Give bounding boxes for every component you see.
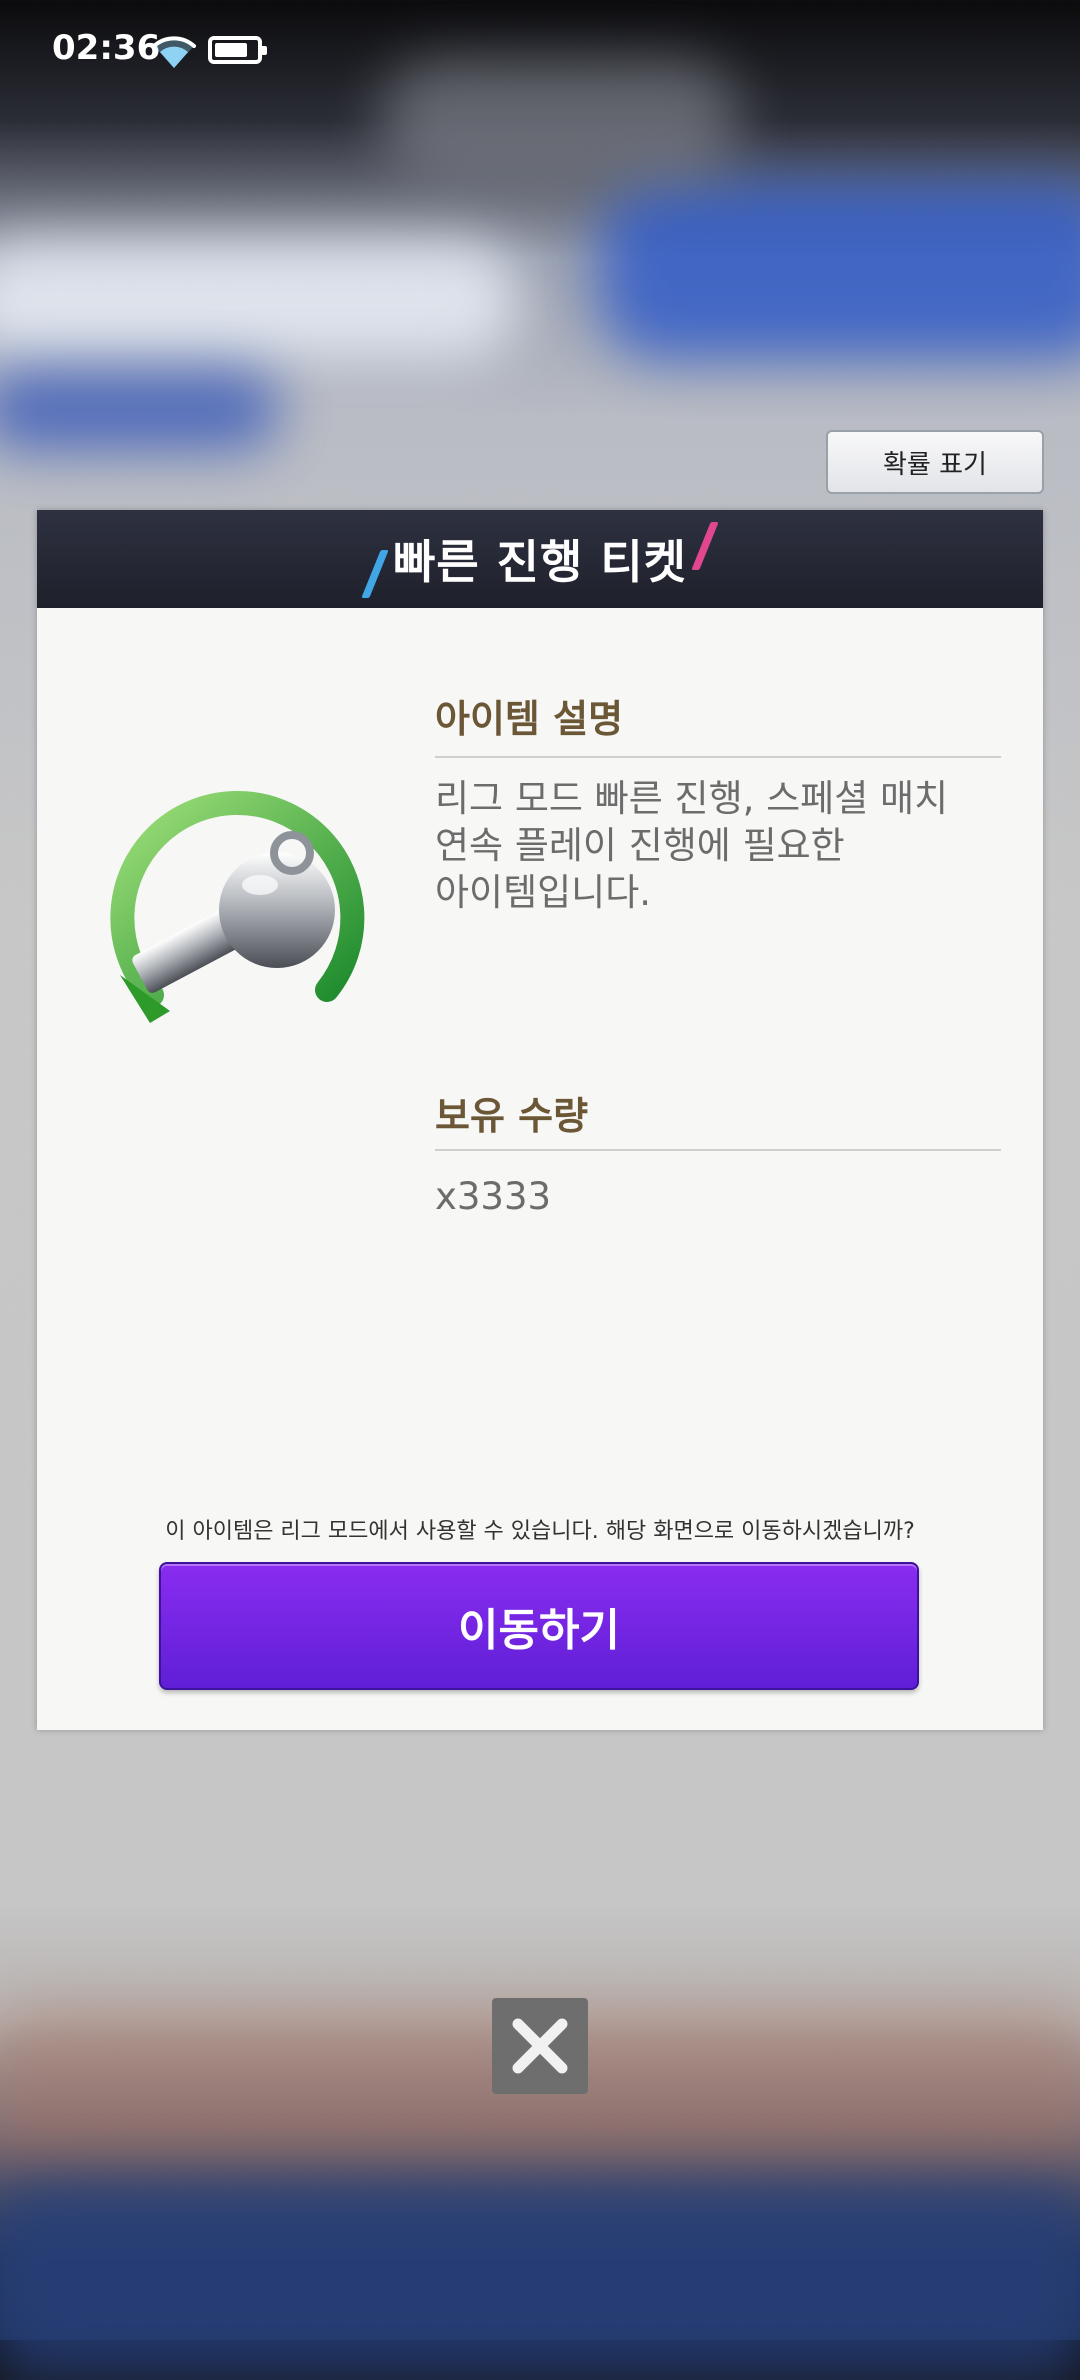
item-description: 리그 모드 빠른 진행, 스페셜 매치 연속 플레이 진행에 필요한 아이템입니… bbox=[435, 775, 1001, 916]
divider bbox=[435, 756, 1001, 758]
divider bbox=[435, 1149, 1001, 1151]
backdrop-blur bbox=[0, 240, 520, 360]
quantity-value: x3333 bbox=[435, 1175, 552, 1218]
close-icon bbox=[512, 2018, 568, 2074]
accent-slash-left bbox=[361, 550, 389, 598]
description-line: 리그 모드 빠른 진행, 스페셜 매치 bbox=[435, 777, 949, 820]
backdrop-blur bbox=[600, 180, 1080, 360]
battery-icon bbox=[208, 36, 267, 64]
probability-button[interactable]: 확률 표기 bbox=[826, 430, 1044, 494]
status-time: 02:36 bbox=[52, 28, 161, 68]
status-bar: 02:36 bbox=[0, 0, 1080, 100]
wifi-icon bbox=[152, 36, 196, 68]
battery-level bbox=[215, 43, 247, 57]
notice-text: 이 아이템은 리그 모드에서 사용할 수 있습니다. 해당 화면으로 이동하시겠… bbox=[165, 1519, 915, 1544]
backdrop-blur bbox=[0, 2180, 1080, 2380]
dialog-title: 빠른 진행 티켓 bbox=[393, 535, 687, 589]
backdrop-blur bbox=[0, 370, 280, 450]
description-heading: 아이템 설명 bbox=[435, 697, 624, 741]
description-line: 아이템입니다. bbox=[435, 871, 652, 914]
close-button[interactable] bbox=[492, 1998, 588, 2094]
dialog-header: 빠른 진행 티켓 bbox=[37, 510, 1043, 608]
accent-slash-right bbox=[691, 522, 719, 570]
quantity-heading: 보유 수량 bbox=[435, 1094, 589, 1138]
description-line: 연속 플레이 진행에 필요한 bbox=[435, 824, 845, 867]
whistle-icon bbox=[110, 790, 365, 1023]
item-dialog: 빠른 진행 티켓 아이템 설명 리그 모드 빠른 진행, 스페셜 매치 연속 플… bbox=[37, 510, 1043, 1730]
go-button[interactable]: 이동하기 bbox=[159, 1562, 919, 1690]
